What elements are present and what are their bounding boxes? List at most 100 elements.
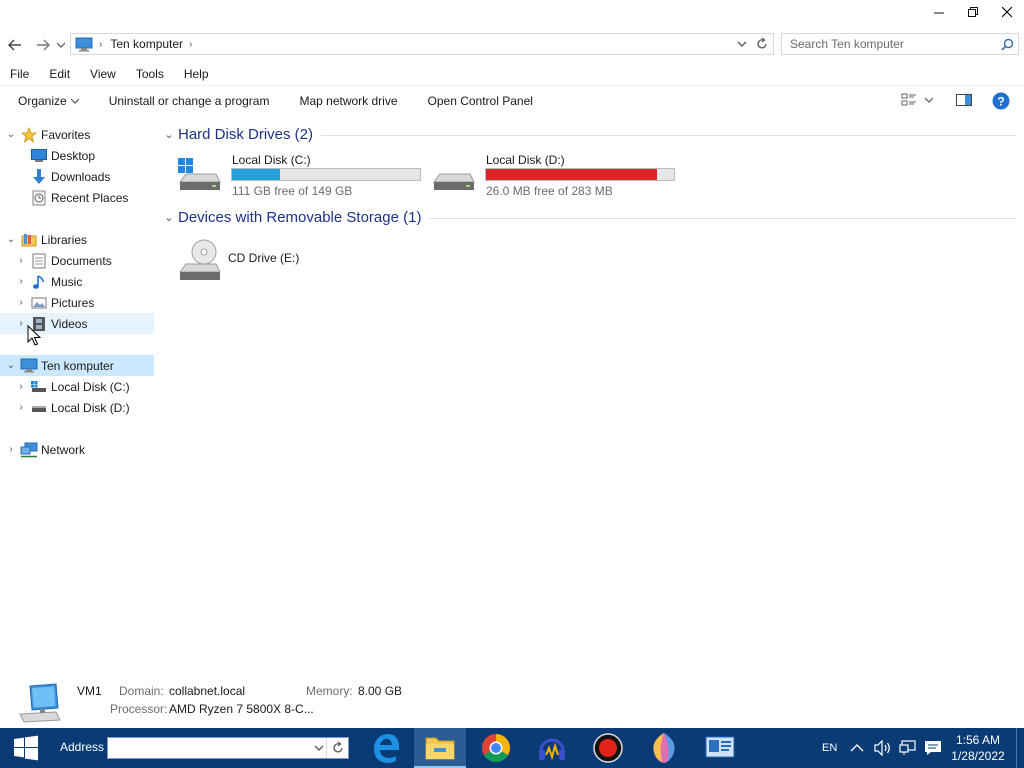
drive-tile-cd-e[interactable]: CD Drive (E:) [174,234,374,282]
nav-recent-places[interactable]: Recent Places [0,187,154,208]
recent-places-icon [30,190,48,206]
address-dropdown-icon[interactable] [737,38,747,50]
recent-locations-button[interactable] [54,34,68,56]
group-collapse-chevron-icon[interactable]: ⌄ [160,211,178,224]
processor-label: Processor: [110,702,168,716]
folder-icon [425,737,455,760]
nav-network[interactable]: › Network [0,439,154,460]
menu-file[interactable]: File [0,67,39,81]
collapsed-chevron-icon[interactable]: › [16,381,26,392]
group-hard-disk-drives[interactable]: ⌄ Hard Disk Drives (2) [160,122,1016,146]
start-button[interactable] [0,728,52,768]
search-icon[interactable] [1001,38,1014,51]
chrome-icon [482,734,510,762]
desktop-icon [30,148,48,164]
action-center-button[interactable] [924,728,942,768]
menu-edit[interactable]: Edit [39,67,80,81]
uninstall-program-button[interactable]: Uninstall or change a program [94,94,285,108]
map-network-drive-button[interactable]: Map network drive [284,94,412,108]
restore-icon [967,6,978,17]
nav-music[interactable]: › Music [0,271,154,292]
taskbar-audio-app[interactable] [526,728,578,768]
drive-free-space: 26.0 MB free of 283 MB [486,184,613,198]
collapsed-chevron-icon[interactable]: › [16,318,26,329]
breadcrumb-location[interactable]: Ten komputer [110,37,183,51]
taskbar-recorder[interactable] [582,728,634,768]
expanded-chevron-icon[interactable]: ⌄ [6,234,16,245]
group-collapse-chevron-icon[interactable]: ⌄ [160,128,178,141]
drive-tile-c[interactable]: Local Disk (C:) 111 GB free of 149 GB [174,150,424,198]
computer-icon [75,37,93,52]
drive-name: CD Drive (E:) [228,251,300,265]
command-bar: Organize Uninstall or change a program M… [0,85,1024,115]
breadcrumb-chevron-icon[interactable]: › [189,39,192,50]
taskbar-remote-desktop[interactable] [694,728,746,768]
language-text: EN [822,742,838,754]
change-view-button[interactable] [901,93,933,107]
menu-view[interactable]: View [80,67,126,81]
nav-local-disk-d[interactable]: › Local Disk (D:) [0,397,154,418]
drive-usage-bar [485,168,675,181]
nav-downloads[interactable]: Downloads [0,166,154,187]
address-toolbar-label: Address [60,740,105,754]
nav-pictures[interactable]: › Pictures [0,292,154,313]
nav-label: Favorites [41,127,91,142]
nav-label: Desktop [51,148,96,163]
paint-drop-icon [653,733,675,763]
forward-button[interactable] [32,34,54,56]
taskbar-paint-app[interactable] [638,728,690,768]
nav-videos[interactable]: › Videos [0,313,154,334]
preview-pane-button[interactable] [956,93,972,107]
expanded-chevron-icon[interactable]: ⌄ [6,129,16,140]
collapsed-chevron-icon[interactable]: › [16,255,26,266]
show-hidden-icons-button[interactable] [850,728,864,768]
drive-tile-d[interactable]: Local Disk (D:) 26.0 MB free of 283 MB [428,150,678,198]
network-status-button[interactable] [899,728,917,768]
nav-label: Documents [51,253,112,268]
menu-tools[interactable]: Tools [126,67,174,81]
close-button[interactable] [990,0,1024,24]
language-indicator[interactable]: EN [822,728,837,768]
nav-this-pc[interactable]: ⌄ Ten komputer [0,355,154,376]
taskbar-edge[interactable] [360,728,412,768]
nav-documents[interactable]: › Documents [0,250,154,271]
clock-date: 1/28/2022 [951,749,1005,763]
collapsed-chevron-icon[interactable]: › [16,297,26,308]
organize-button[interactable]: Organize [0,94,94,108]
address-input[interactable]: › Ten komputer › [70,33,774,55]
minimize-icon [933,12,944,13]
back-button[interactable] [4,34,26,56]
group-divider [429,217,1016,219]
map-drive-label: Map network drive [299,93,398,108]
nav-favorites[interactable]: ⌄ Favorites [0,124,154,145]
group-removable-storage[interactable]: ⌄ Devices with Removable Storage (1) [160,205,1016,229]
help-button[interactable]: ? [992,92,1010,110]
nav-libraries[interactable]: ⌄ Libraries [0,229,154,250]
computer-name: VM1 [77,684,102,698]
title-bar [0,0,1024,26]
network-icon [20,442,38,458]
expanded-chevron-icon[interactable]: ⌄ [6,360,16,371]
taskbar-chrome[interactable] [470,728,522,768]
open-control-panel-button[interactable]: Open Control Panel [413,94,548,108]
nav-desktop[interactable]: Desktop [0,145,154,166]
speaker-icon [874,740,890,756]
volume-button[interactable] [874,728,892,768]
menu-help[interactable]: Help [174,67,219,81]
taskbar-file-explorer[interactable] [414,728,466,768]
nav-label: Local Disk (D:) [51,400,130,415]
restore-button[interactable] [956,0,990,24]
show-desktop-button[interactable] [1016,728,1024,768]
minimize-button[interactable] [922,0,956,24]
chevron-down-icon[interactable] [314,742,324,754]
collapsed-chevron-icon[interactable]: › [16,402,26,413]
collapsed-chevron-icon[interactable]: › [6,444,16,455]
collapsed-chevron-icon[interactable]: › [16,276,26,287]
refresh-icon[interactable] [326,738,348,758]
search-input[interactable]: Search Ten komputer [781,33,1019,55]
clock[interactable]: 1:56 AM 1/28/2022 [948,732,1008,766]
computer-icon [20,358,38,374]
refresh-icon[interactable] [756,37,768,51]
taskbar-address-input[interactable] [107,737,349,759]
nav-local-disk-c[interactable]: › Local Disk (C:) [0,376,154,397]
